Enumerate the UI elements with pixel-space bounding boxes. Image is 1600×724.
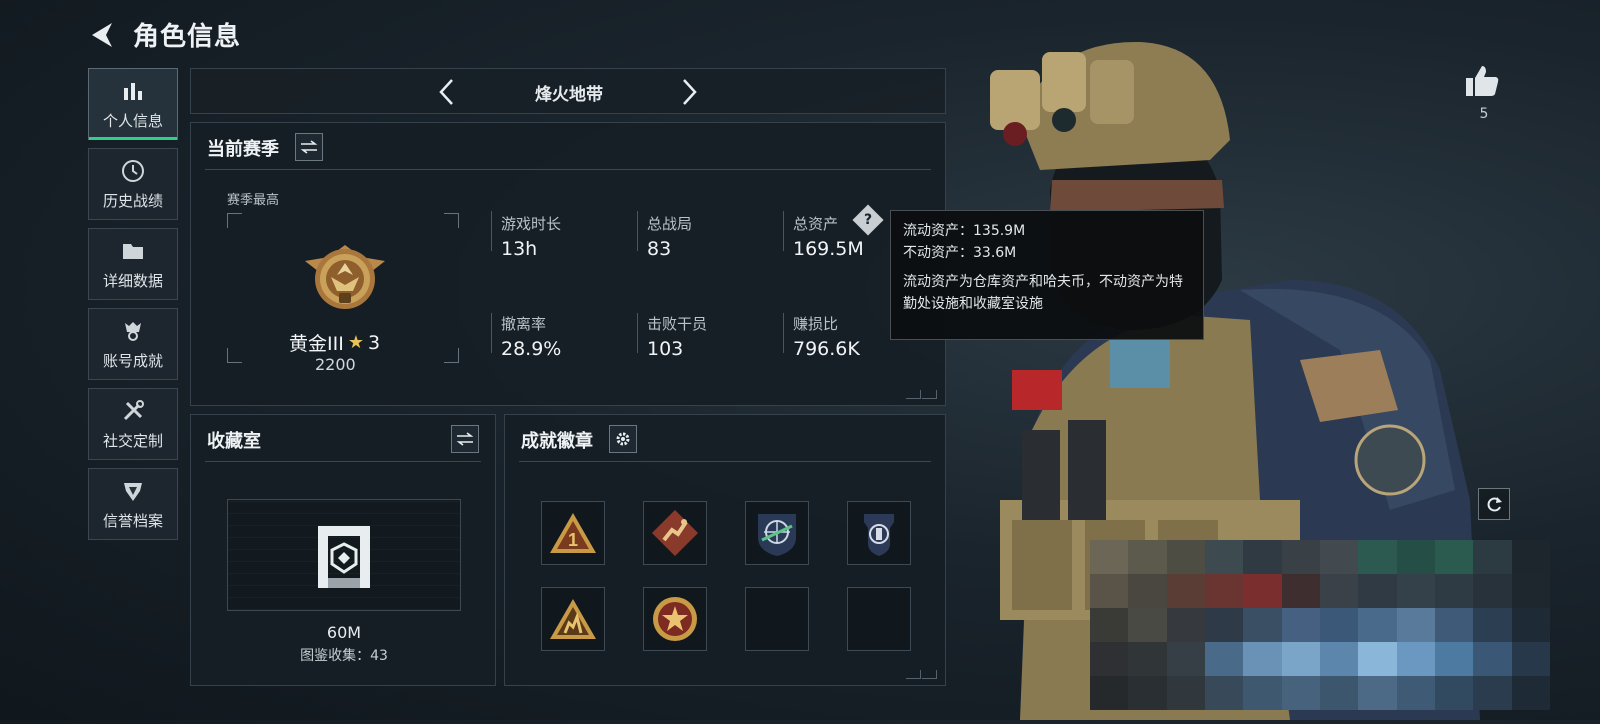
rank-name: 黄金III [289, 333, 344, 355]
chevron-left-icon [439, 79, 453, 105]
collection-value: 60M [326, 623, 362, 642]
nav-item-achievements[interactable]: 账号成就 [88, 308, 178, 380]
collection-switch-button[interactable] [451, 425, 479, 453]
stat-value: 796.6K [793, 338, 860, 360]
nav-item-label: 信誉档案 [102, 511, 163, 530]
mode-label: 烽火地带 [535, 85, 603, 105]
star-medal-badge[interactable] [643, 587, 707, 651]
vault-icon [318, 526, 370, 588]
trophy-icon [120, 318, 146, 344]
season-best-label: 赛季最高 [227, 193, 280, 208]
rotate-icon [1487, 497, 1502, 512]
empty-badge-slot[interactable] [847, 587, 911, 651]
rank-stars: 3 [367, 331, 381, 354]
stat-value: 83 [647, 238, 672, 260]
nav-item-personal-info[interactable]: 个人信息 [88, 68, 178, 140]
squad-badge[interactable] [541, 587, 605, 651]
star-icon: ★ [347, 332, 364, 353]
nav-item-detailed-data[interactable]: 详细数据 [88, 228, 178, 300]
achievements-title: 成就徽章 [521, 431, 593, 452]
thumbs-up-icon [1466, 66, 1499, 96]
prev-mode-button[interactable] [431, 75, 465, 109]
nav-item-label: 历史战绩 [102, 191, 163, 210]
rotate-model-button[interactable] [1478, 488, 1510, 520]
folder-icon [120, 238, 146, 264]
assets-description: 流动资产为仓库资产和哈夫币，不动资产为特勤处设施和收藏室设施 [903, 274, 1183, 313]
stat-label: 赚损比 [793, 315, 839, 333]
nav-item-social-custom[interactable]: 社交定制 [88, 388, 178, 460]
season-panel: 当前赛季 赛季最高 黄金III ★ 3 2200 游戏时长 13h 总战局 83… [190, 122, 946, 406]
season-switch-button[interactable] [295, 133, 323, 161]
empty-badge-slot[interactable] [745, 587, 809, 651]
nav-item-label: 社交定制 [102, 431, 163, 450]
gear-icon [616, 432, 630, 446]
back-arrow-icon [92, 23, 112, 47]
swap-icon [300, 140, 318, 154]
nav-item-label: 详细数据 [102, 271, 163, 290]
nav-item-credit-record[interactable]: 信誉档案 [88, 468, 178, 540]
clock-icon [120, 158, 146, 184]
season-title: 当前赛季 [207, 139, 279, 160]
chevron-right-icon [683, 79, 697, 105]
stat-value: 13h [501, 238, 538, 260]
collection-room-preview[interactable] [227, 499, 461, 611]
shield-icon [120, 478, 146, 504]
nav-item-label: 个人信息 [102, 111, 163, 130]
collection-panel: 收藏室 60M 图鉴收集：43 [190, 414, 496, 686]
stat-value: 169.5M [793, 238, 864, 260]
assets-tooltip: 流动资产：135.9M 不动资产：33.6M 流动资产为仓库资产和哈夫币，不动资… [890, 210, 1204, 340]
swap-icon [456, 432, 474, 446]
collection-title: 收藏室 [207, 431, 261, 452]
stat-value: 103 [647, 338, 684, 360]
police-badge[interactable] [847, 501, 911, 565]
stat-label: 游戏时长 [501, 215, 562, 233]
rank-one-badge[interactable]: 1 [541, 501, 605, 565]
svg-text:1: 1 [568, 530, 578, 550]
globe-badge[interactable] [745, 501, 809, 565]
mode-selector: 烽火地带 [190, 68, 946, 114]
active-indicator [89, 137, 177, 140]
back-button[interactable] [86, 18, 120, 52]
stat-label: 击败干员 [647, 315, 708, 333]
stat-label: 总战局 [647, 215, 693, 233]
rank-line: 黄金III ★ 3 [289, 329, 380, 356]
nav-item-match-history[interactable]: 历史战绩 [88, 148, 178, 220]
page-title: 角色信息 [133, 22, 242, 52]
collection-count: 图鉴收集：43 [300, 648, 388, 664]
achievements-panel: 成就徽章 1 [504, 414, 946, 686]
tools-icon [120, 398, 146, 424]
pixelated-overlay [1090, 540, 1550, 710]
fixed-assets-text: 不动资产：33.6M [903, 244, 1017, 261]
achievements-settings-button[interactable] [609, 425, 637, 453]
liquid-assets-text: 流动资产：135.9M [903, 223, 1026, 239]
stat-label: 撤离率 [501, 315, 547, 333]
nav-item-label: 账号成就 [102, 351, 163, 370]
next-mode-button[interactable] [671, 75, 705, 109]
stat-value: 28.9% [501, 338, 562, 360]
asset-info-button[interactable] [852, 204, 884, 236]
like-count: 5 [1479, 106, 1489, 122]
gold-rank-emblem [301, 231, 389, 323]
rank-score: 2200 [315, 355, 356, 374]
runner-badge[interactable] [643, 501, 707, 565]
bar-chart-icon [120, 78, 146, 104]
divider [205, 169, 931, 170]
like-button[interactable] [1464, 64, 1504, 100]
stat-label: 总资产 [793, 215, 839, 233]
